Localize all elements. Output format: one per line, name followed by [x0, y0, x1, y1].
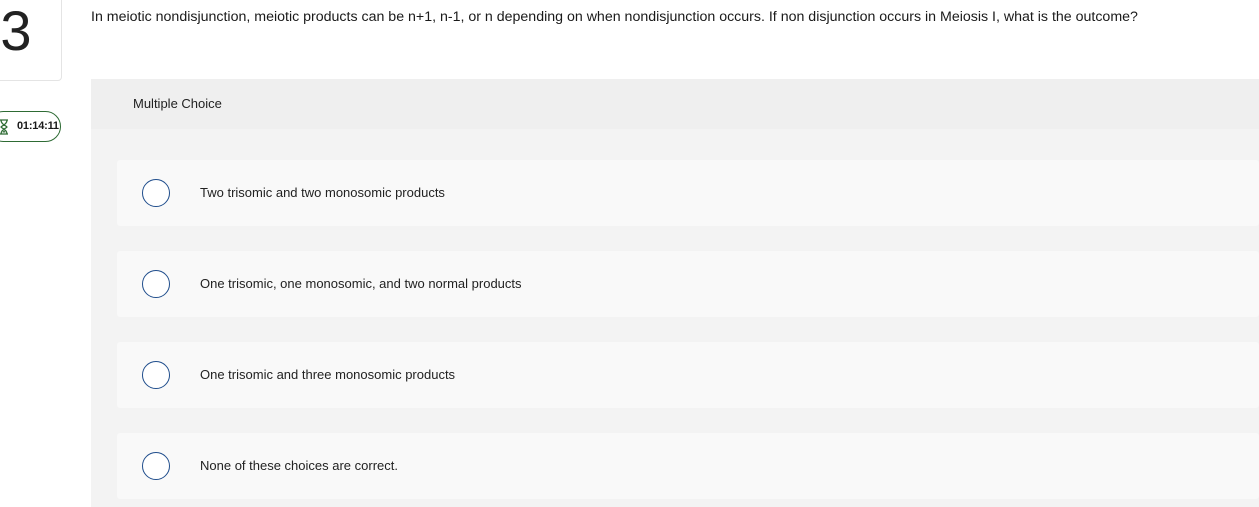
choice-option[interactable]: One trisomic, one monosomic, and two nor… [117, 251, 1259, 317]
radio-button[interactable] [142, 361, 170, 389]
answer-panel: Multiple Choice Two trisomic and two mon… [91, 79, 1259, 507]
choice-option[interactable]: One trisomic and three monosomic product… [117, 342, 1259, 408]
choice-label: One trisomic, one monosomic, and two nor… [200, 276, 522, 291]
hourglass-icon [0, 119, 8, 135]
question-text: In meiotic nondisjunction, meiotic produ… [91, 9, 1138, 25]
choice-label: None of these choices are correct. [200, 458, 398, 473]
question-page: 3 01:14:11 In meiotic nondisjunction, me… [0, 0, 1259, 507]
radio-button[interactable] [142, 270, 170, 298]
answer-panel-header: Multiple Choice [91, 79, 1259, 129]
question-type-label: Multiple Choice [133, 96, 222, 111]
choice-label: Two trisomic and two monosomic products [200, 185, 445, 200]
choice-option[interactable]: Two trisomic and two monosomic products [117, 160, 1259, 226]
timer-badge: 01:14:11 [0, 111, 61, 142]
choice-label: One trisomic and three monosomic product… [200, 367, 456, 382]
choices-list: Two trisomic and two monosomic products … [91, 129, 1259, 507]
question-number-card: 3 [0, 0, 62, 81]
question-number: 3 [0, 0, 32, 62]
timer-text: 01:14:11 [17, 120, 59, 132]
radio-button[interactable] [142, 179, 170, 207]
radio-button[interactable] [142, 452, 170, 480]
choice-option[interactable]: None of these choices are correct. [117, 433, 1259, 499]
